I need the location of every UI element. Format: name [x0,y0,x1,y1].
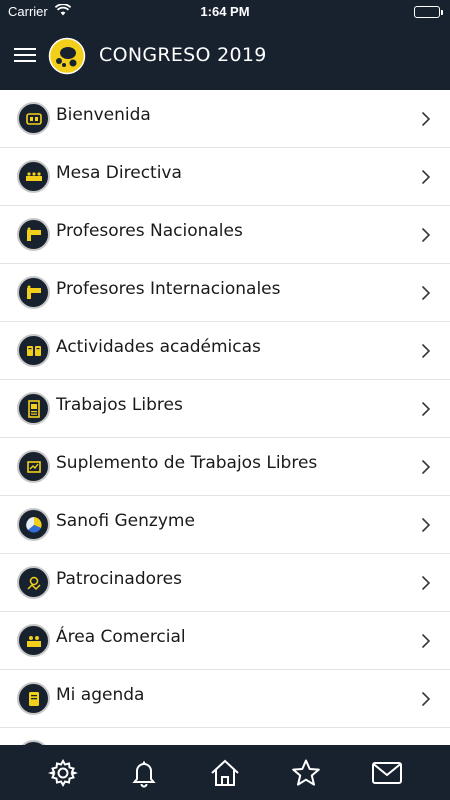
menu-item-profesores-internacionales[interactable]: Profesores Internacionales [0,264,450,322]
academic-activities-icon [17,334,50,367]
chevron-right-icon [421,691,431,707]
chevron-right-icon [421,227,431,243]
supplement-icon [17,450,50,483]
status-bar: Carrier 1:64 PM [0,0,450,24]
chevron-right-icon [421,459,431,475]
chevron-right-icon [421,343,431,359]
settings-gear-icon[interactable] [46,756,80,790]
status-time: 1:64 PM [200,4,250,19]
menu-item-mesa-directiva[interactable]: Mesa Directiva [0,148,450,206]
menu-item-label: Trabajos Libres [56,395,183,415]
menu-item-label: Mi agenda [56,685,145,705]
sanofi-genzyme-icon [17,508,50,541]
menu-item-mi-agenda[interactable]: Mi agenda [0,670,450,728]
menu-item-profesores-nacionales[interactable]: Profesores Nacionales [0,206,450,264]
hamburger-menu-icon[interactable] [12,44,38,70]
menu-item-label: Área Comercial [56,627,186,647]
sponsors-icon [17,566,50,599]
menu-item-label: Profesores Nacionales [56,221,243,241]
menu-item-label: Profesores Internacionales [56,279,281,299]
menu-item-partial[interactable] [0,728,450,745]
messages-mail-icon[interactable] [370,756,404,790]
chevron-right-icon [421,169,431,185]
free-papers-icon [17,392,50,425]
menu-item-label: Sanofi Genzyme [56,511,195,531]
chevron-right-icon [421,285,431,301]
national-professor-icon [17,218,50,251]
main-menu-list: Bienvenida Mesa Directiva Profesores Nac… [0,90,450,745]
congress-logo-icon [48,37,86,75]
chevron-right-icon [421,517,431,533]
chevron-right-icon [421,575,431,591]
chevron-right-icon [421,401,431,417]
menu-item-bienvenida[interactable]: Bienvenida [0,90,450,148]
board-table-icon [17,160,50,193]
welcome-icon [17,102,50,135]
menu-item-trabajos-libres[interactable]: Trabajos Libres [0,380,450,438]
menu-item-suplemento-trabajos-libres[interactable]: Suplemento de Trabajos Libres [0,438,450,496]
battery-icon [414,6,443,18]
menu-item-patrocinadores[interactable]: Patrocinadores [0,554,450,612]
page-title: CONGRESO 2019 [99,44,267,66]
commercial-area-icon [17,624,50,657]
notifications-bell-icon[interactable] [127,756,161,790]
menu-item-label: Patrocinadores [56,569,182,589]
bottom-tab-bar [0,745,450,800]
menu-item-label: Suplemento de Trabajos Libres [56,453,318,473]
header-bar: CONGRESO 2019 [0,24,450,90]
chevron-right-icon [421,633,431,649]
international-professor-icon [17,276,50,309]
menu-item-label: Actividades académicas [56,337,261,357]
agenda-icon [17,682,50,715]
chevron-right-icon [421,111,431,127]
menu-item-sanofi-genzyme[interactable]: Sanofi Genzyme [0,496,450,554]
menu-item-area-comercial[interactable]: Área Comercial [0,612,450,670]
menu-item-actividades-academicas[interactable]: Actividades académicas [0,322,450,380]
home-icon[interactable] [208,756,242,790]
favorites-star-icon[interactable] [289,756,323,790]
menu-item-label: Mesa Directiva [56,163,182,183]
menu-item-label: Bienvenida [56,105,151,125]
